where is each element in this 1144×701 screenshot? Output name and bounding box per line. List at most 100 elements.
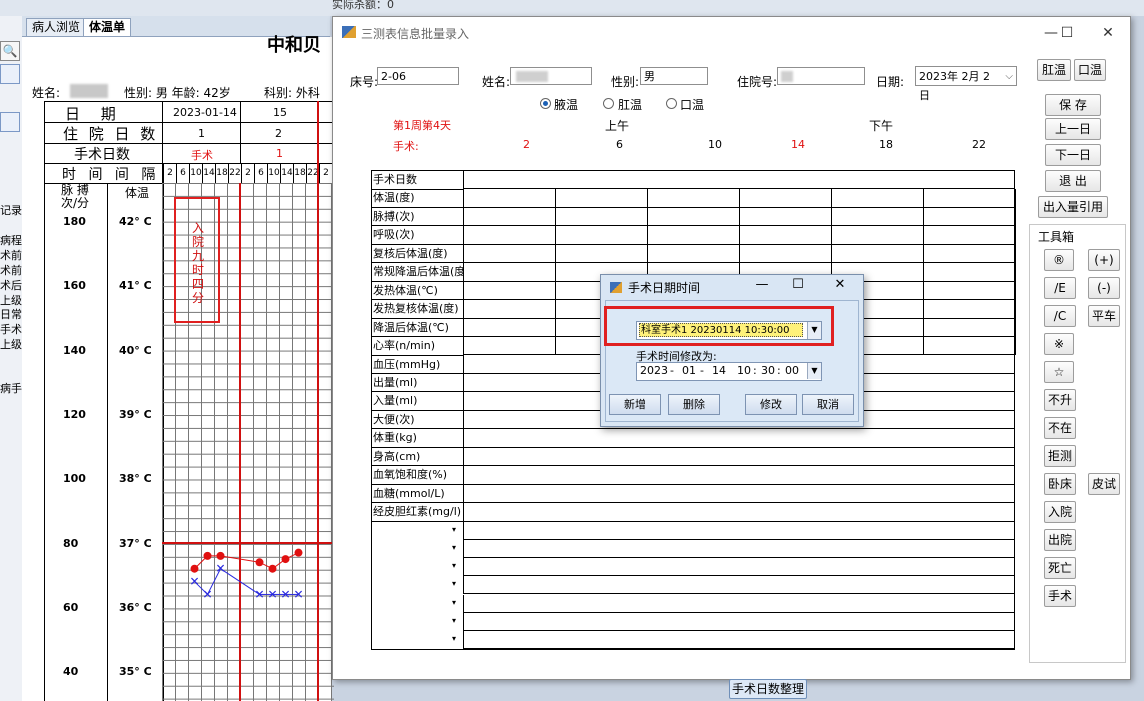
tool-button[interactable]: 不升 [1044,389,1076,411]
table-cell[interactable] [924,300,1016,319]
tool-button[interactable]: 皮试 [1088,473,1120,495]
table-cell[interactable] [556,189,648,208]
extra-row-select[interactable] [372,558,464,577]
tool-button[interactable]: 出院 [1044,529,1076,551]
table-cell[interactable] [924,244,1016,264]
table-cell[interactable] [464,300,556,319]
extra-row-select[interactable] [372,576,464,595]
table-cell-span[interactable] [464,429,1014,448]
table-cell[interactable] [464,189,556,208]
table-cell[interactable] [648,244,740,264]
bed-field[interactable]: 2-06 [377,67,459,85]
modify-button[interactable]: 修改 [745,394,797,415]
radio-axillary[interactable] [540,98,551,109]
extra-row-select[interactable] [372,521,464,540]
dropdown-arrow-icon[interactable]: ▾ [452,543,456,552]
table-cell[interactable] [464,263,556,282]
date-picker[interactable]: 2023年 2月 2日 ⌵ [915,66,1017,102]
table-cell[interactable] [832,244,924,264]
dropdown-arrow-icon[interactable]: ▾ [452,616,456,625]
tool-button[interactable]: 平车 [1088,305,1120,327]
table-cell[interactable] [924,337,1016,356]
extra-row-select[interactable] [372,539,464,558]
table-cell[interactable] [924,189,1016,208]
table-cell-span[interactable] [464,540,1014,558]
table-cell[interactable] [924,207,1016,227]
table-cell[interactable] [832,189,924,208]
table-cell-span[interactable] [464,466,1014,485]
cancel-button[interactable]: 取消 [802,394,854,415]
close-button[interactable]: ✕ [1093,23,1123,43]
dropdown-arrow-icon[interactable]: ▾ [452,634,456,643]
dropdown-arrow-icon[interactable]: ▾ [452,579,456,588]
extra-row-select[interactable] [372,594,464,613]
maximize-button[interactable]: ☐ [787,277,809,292]
table-cell-span[interactable] [464,171,1014,190]
io-reference-button[interactable]: 出入量引用 [1038,196,1108,218]
minimize-button[interactable]: — [751,277,773,292]
minute-field[interactable]: 30 [761,363,775,379]
extra-row-select[interactable] [372,613,464,632]
table-cell-span[interactable] [464,595,1014,613]
dropdown-arrow-icon[interactable]: ▾ [452,561,456,570]
table-cell[interactable] [740,244,832,264]
next-day-button[interactable]: 下一日 [1045,144,1101,166]
table-cell[interactable] [740,189,832,208]
month-field[interactable]: 01 [682,363,696,379]
table-cell[interactable] [464,226,556,245]
table-cell[interactable] [648,207,740,227]
table-cell[interactable] [924,318,1016,338]
table-cell-span[interactable] [464,485,1014,504]
radio-oral[interactable] [666,98,677,109]
dropdown-arrow-icon[interactable]: ▼ [807,363,821,379]
table-cell-span[interactable] [464,503,1014,522]
tool-button[interactable]: /E [1044,277,1076,299]
table-cell[interactable] [648,189,740,208]
tool-button[interactable]: 入院 [1044,501,1076,523]
close-button[interactable]: ✕ [829,277,851,292]
tool-button[interactable]: 手术 [1044,585,1076,607]
maximize-button[interactable]: ☐ [1052,23,1082,43]
radio-anal[interactable] [603,98,614,109]
dropdown-arrow-icon[interactable]: ▾ [452,598,456,607]
dropdown-arrow-icon[interactable]: ▾ [452,525,456,534]
op-days-tidy-button[interactable]: 手术日数整理 [729,679,807,699]
table-cell[interactable] [740,226,832,245]
table-cell[interactable] [556,226,648,245]
table-cell[interactable] [464,318,556,338]
table-cell-span[interactable] [464,631,1014,650]
prev-day-button[interactable]: 上一日 [1045,118,1101,140]
table-cell[interactable] [556,207,648,227]
tool-button[interactable]: /C [1044,305,1076,327]
tool-button[interactable]: (-) [1088,277,1120,299]
table-cell-span[interactable] [464,558,1014,577]
table-cell[interactable] [924,281,1016,301]
year-field[interactable]: 2023 [640,363,668,379]
delete-button[interactable]: 删除 [668,394,720,415]
table-cell[interactable] [464,207,556,227]
chevron-down-icon[interactable]: ⌵ [1005,67,1013,86]
new-time-picker[interactable]: 2023 - 01 - 14 10 : 30 : 00 ▼ [636,362,822,381]
table-cell-span[interactable] [464,448,1014,467]
oral-temp-button[interactable]: 口温 [1074,59,1106,81]
extra-row-select[interactable] [372,631,464,650]
tool-button[interactable]: 死亡 [1044,557,1076,579]
add-button[interactable]: 新增 [609,394,661,415]
tool-button[interactable]: 不在 [1044,417,1076,439]
table-cell[interactable] [464,281,556,301]
day-field[interactable]: 14 [712,363,726,379]
table-cell[interactable] [648,226,740,245]
table-cell-span[interactable] [464,576,1014,595]
table-cell[interactable] [740,207,832,227]
table-cell[interactable] [464,244,556,264]
table-cell-span[interactable] [464,613,1014,632]
second-field[interactable]: 00 [785,363,799,379]
tool-button[interactable]: 拒测 [1044,445,1076,467]
table-cell[interactable] [924,263,1016,282]
tool-button[interactable]: ※ [1044,333,1074,355]
sex-field[interactable]: 男 [640,67,708,85]
exit-button[interactable]: 退 出 [1045,170,1101,192]
save-button[interactable]: 保 存 [1045,94,1101,116]
table-cell[interactable] [464,337,556,356]
anal-temp-button[interactable]: 肛温 [1037,59,1071,81]
